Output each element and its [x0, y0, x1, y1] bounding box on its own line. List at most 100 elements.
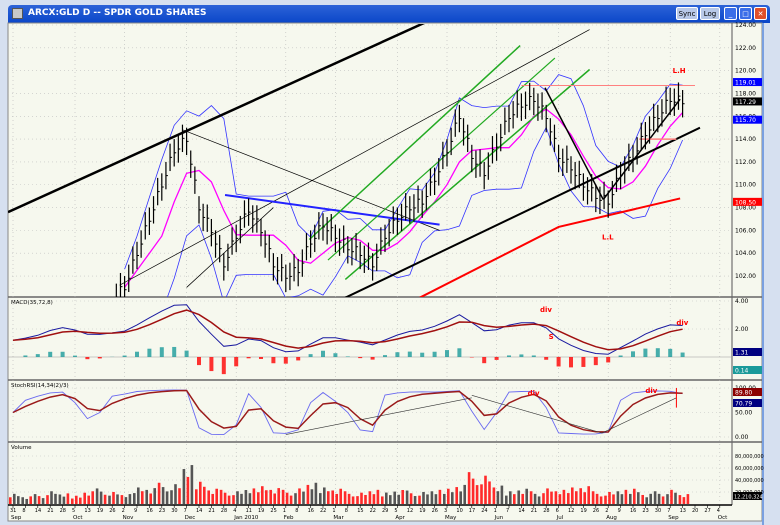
x-axis-day-label: 26	[109, 508, 115, 514]
volume-bar	[385, 492, 388, 504]
volume-bar	[165, 491, 169, 504]
volume-bar	[616, 491, 620, 504]
volume-bar	[137, 487, 140, 504]
volume-bar	[141, 491, 144, 504]
volume-bar	[480, 484, 483, 504]
volume-bar	[50, 491, 53, 504]
macd-histogram-bar	[482, 357, 487, 364]
macd-histogram-bar	[234, 357, 239, 367]
volume-bar	[257, 492, 260, 504]
window-border	[762, 23, 780, 525]
volume-bar	[496, 491, 500, 504]
volume-bar	[120, 495, 124, 504]
macd-histogram-bar	[122, 355, 127, 357]
volume-bar	[575, 491, 578, 504]
volume-bar	[46, 495, 49, 504]
x-axis-month-label: Nov	[123, 515, 134, 521]
price-axis-tick: 114.00	[735, 136, 756, 143]
volume-bar	[591, 491, 595, 504]
macd-histogram-bar	[606, 357, 611, 363]
volume-bar	[265, 490, 268, 504]
volume-bar	[356, 496, 359, 504]
x-axis-month-label: Sep	[668, 515, 679, 521]
volume-bar	[463, 484, 466, 504]
volume-bar	[236, 491, 239, 504]
x-axis-day-label: 17	[469, 508, 475, 514]
volume-bar	[161, 487, 165, 504]
volume-bar	[25, 498, 28, 504]
volume-last-value: 12,210,324	[734, 495, 763, 501]
volume-bar	[71, 498, 74, 504]
volume-bar	[66, 493, 70, 504]
macd-histogram-bar	[494, 357, 499, 360]
annotation-label: L.H	[673, 67, 686, 75]
annotation-label: div	[676, 319, 688, 327]
volume-bar	[178, 488, 181, 504]
volume-bar	[674, 492, 677, 504]
volume-bar	[484, 475, 487, 504]
macd-histogram-bar	[668, 348, 673, 357]
volume-bar	[393, 491, 396, 504]
macd-axis-tick: 4.00	[735, 298, 749, 305]
macd-histogram-bar	[271, 357, 276, 364]
macd-histogram-bar	[593, 357, 598, 366]
x-axis-day-label: 5	[72, 508, 75, 514]
macd-histogram-bar	[345, 356, 350, 357]
x-axis-day-label: 12	[407, 508, 413, 514]
volume-bar	[443, 493, 446, 504]
volume-bar	[438, 489, 442, 504]
volume-bar	[294, 493, 297, 504]
macd-histogram-bar	[383, 355, 387, 357]
volume-bar	[405, 490, 409, 504]
volume-bar	[455, 487, 458, 504]
x-axis-day-label: 12	[568, 508, 574, 514]
macd-histogram-bar	[507, 355, 511, 357]
volume-bar	[368, 491, 372, 504]
volume-bar	[112, 491, 115, 504]
x-axis-day-label: 14	[518, 508, 524, 514]
x-axis-day-label: 1	[283, 508, 286, 514]
volume-bar	[517, 490, 520, 504]
volume-bar	[79, 497, 82, 504]
x-axis-day-label: 2	[605, 508, 608, 514]
macd-histogram-bar	[135, 351, 139, 357]
price-axis-tick: 124.00	[735, 22, 756, 29]
macd-histogram-bar	[631, 351, 635, 357]
stoch-axis-tick: 0.00	[735, 434, 749, 441]
volume-bar	[637, 492, 640, 504]
volume-bar	[550, 491, 553, 504]
volume-bar	[314, 482, 318, 504]
price-axis-tick: 118.00	[735, 90, 756, 97]
last-value-label: 115.70	[735, 117, 756, 124]
volume-bar	[554, 491, 558, 504]
volume-bar	[533, 493, 537, 504]
macd-histogram-bar	[48, 351, 53, 357]
volume-bar	[281, 489, 285, 504]
macd-histogram-bar	[308, 354, 313, 357]
macd-histogram-bar	[370, 357, 375, 360]
stoch-label: StochRSI(14,34(2)/3)	[11, 383, 69, 389]
volume-bar	[505, 495, 508, 504]
volume-bar	[75, 495, 78, 504]
x-axis-day-label: 19	[419, 508, 425, 514]
x-axis-day-label: 27	[704, 508, 710, 514]
volume-bar	[397, 494, 400, 504]
volume-bar	[323, 487, 326, 504]
x-axis-month-label: Jan 2010	[233, 515, 259, 521]
macd-histogram-bar	[246, 357, 251, 359]
volume-bar	[459, 491, 462, 504]
volume-bar	[310, 489, 314, 504]
x-axis-day-label: 14	[196, 508, 202, 514]
x-axis-day-label: 10	[456, 508, 462, 514]
volume-bar	[678, 495, 682, 504]
volume-bar	[157, 482, 161, 504]
macd-histogram-bar	[569, 357, 573, 368]
x-axis-month-label: Oct	[718, 515, 728, 521]
x-axis-day-label: 30	[655, 508, 661, 514]
volume-bar	[186, 476, 190, 504]
volume-bar	[641, 494, 644, 504]
volume-bar	[302, 491, 305, 504]
x-axis-day-label: 15	[357, 508, 363, 514]
x-axis-day-label: 24	[481, 508, 487, 514]
macd-histogram-bar	[184, 350, 189, 357]
